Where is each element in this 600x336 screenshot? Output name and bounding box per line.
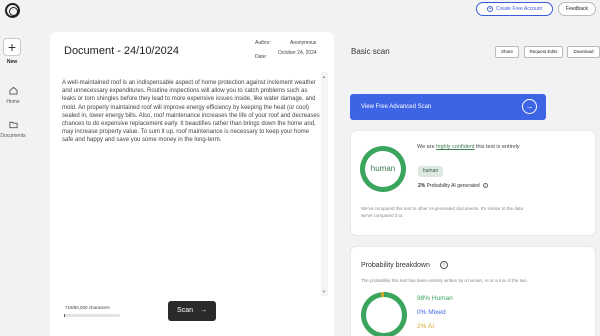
character-count-bar [64, 314, 120, 317]
breakdown-mixed: 0% Mixed [417, 309, 446, 316]
breakdown-mixed-value: 0% [417, 309, 427, 316]
probability-ai-value: 2% [418, 183, 426, 189]
arrow-right-icon: → [522, 99, 537, 114]
scan-label: Scan [177, 307, 193, 314]
folder-icon [8, 121, 18, 129]
breakdown-ai-label: AI [427, 323, 435, 330]
sidebar-item-label: Documents [0, 133, 26, 139]
logo-icon[interactable] [5, 3, 20, 18]
download-button[interactable]: Download [567, 46, 600, 58]
breakdown-note: The probability this text has been entir… [361, 278, 528, 283]
compare-note: We've compared this text to other AI-gen… [361, 206, 523, 218]
new-document-button[interactable]: + [3, 38, 21, 56]
breakdown-donut [361, 292, 407, 336]
new-label: New [6, 59, 18, 65]
sidebar-item-label: Home [6, 99, 20, 105]
request-edits-button[interactable]: Request Edits [524, 46, 563, 58]
create-account-button[interactable]: + Create Free Account [476, 2, 553, 16]
document-title: Document - 24/10/2024 [64, 45, 179, 57]
confidence-text: We are highly confident this text is ent… [417, 144, 527, 151]
feedback-button[interactable]: Feedback [558, 2, 596, 16]
scroll-up-icon[interactable]: ▲ [322, 74, 326, 79]
confidence-highlight[interactable]: highly confident [436, 144, 474, 150]
breakdown-mixed-label: Mixed [428, 309, 446, 316]
date-value: October 24, 2024 [278, 50, 317, 56]
sidebar-item-home[interactable]: Home [0, 86, 26, 105]
breakdown-ai: 2% AI [417, 323, 434, 330]
verdict-tag: human [418, 166, 443, 177]
breakdown-human-value: 98% [417, 295, 431, 302]
create-account-label: Create Free Account [496, 6, 542, 12]
results-heading: Basic scan [351, 47, 390, 56]
sidebar-item-documents[interactable]: Documents [0, 120, 26, 139]
info-icon[interactable]: i [483, 183, 489, 189]
breakdown-human: 98% Human [417, 295, 453, 302]
advanced-scan-button[interactable]: View Free Advanced Scan → [350, 94, 546, 120]
info-icon[interactable]: i [440, 261, 448, 269]
document-panel: Document - 24/10/2024 Author: Anonymous … [50, 32, 334, 336]
breakdown-donut-center [366, 297, 402, 333]
breakdown-title: Probability breakdown [361, 262, 430, 269]
advanced-scan-label: View Free Advanced Scan [361, 104, 432, 110]
share-button[interactable]: Share [495, 46, 519, 58]
probability-ai-label: Probability AI generated [426, 183, 480, 189]
breakdown-human-label: Human [431, 295, 453, 302]
probability-ai-generated: 2% Probability AI generated i [418, 183, 489, 189]
verdict-donut: human [360, 146, 406, 192]
plus-icon: + [487, 5, 494, 12]
author-value: Anonymous [290, 40, 317, 46]
sidebar: + New Home Documents [0, 0, 26, 336]
confidence-suffix: this text is entirely [475, 144, 520, 150]
character-count: 719/50,000 characters [65, 305, 110, 310]
document-text-area[interactable]: A well-maintained roof is an indispensab… [62, 79, 322, 145]
character-count-fill [64, 314, 65, 317]
verdict-label: human [365, 151, 401, 187]
document-scrollbar[interactable]: ▲ ▼ [321, 72, 328, 296]
scroll-down-icon[interactable]: ▼ [322, 289, 326, 294]
confidence-prefix: We are [417, 144, 435, 150]
date-label: Date: [255, 54, 267, 60]
arrow-right-icon: → [199, 307, 207, 314]
home-icon [8, 86, 18, 95]
breakdown-ai-value: 2% [417, 323, 427, 330]
author-label: Author: [255, 40, 272, 46]
scan-button[interactable]: Scan → [168, 301, 216, 321]
